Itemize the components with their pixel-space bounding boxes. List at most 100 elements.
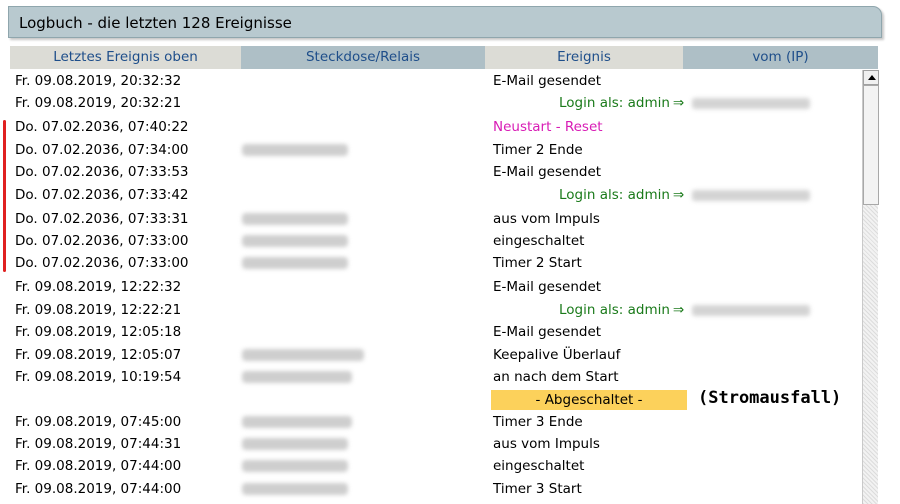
- table-row: Fr. 09.08.2019, 07:44:31 aus vom Impuls: [10, 433, 862, 455]
- event-timestamp: Fr. 09.08.2019, 10:19:54: [15, 369, 182, 385]
- event-description-cell: aus vom Impuls: [493, 436, 600, 452]
- table-row: Do. 07.02.2036, 07:33:00 eingeschaltet: [10, 230, 862, 252]
- power-off-bar: - Abgeschaltet -: [491, 390, 687, 410]
- table-row: Fr. 09.08.2019, 07:44:00 Timer 3 Start: [10, 478, 862, 500]
- table-row: Fr. 09.08.2019, 10:19:54 an nach dem Star…: [10, 366, 862, 388]
- event-description-cell: Timer 2 Ende: [493, 142, 583, 158]
- event-text: E-Mail gesendet: [493, 324, 602, 340]
- device-name-redacted: [242, 213, 348, 225]
- event-timestamp: Fr. 09.08.2019, 12:05:18: [15, 324, 182, 340]
- double-arrow-icon: ⇒: [672, 302, 685, 318]
- vertical-scrollbar[interactable]: [862, 70, 879, 504]
- event-description-cell: eingeschaltet: [493, 458, 584, 474]
- device-name-redacted: [242, 438, 348, 450]
- device-name-redacted: [242, 460, 348, 472]
- event-text: Neustart - Reset: [493, 119, 603, 135]
- table-row: Do. 07.02.2036, 07:34:00 Timer 2 Ende: [10, 139, 862, 161]
- event-text: aus vom Impuls: [493, 436, 600, 452]
- device-name-redacted: [242, 416, 352, 428]
- double-arrow-icon: ⇒: [672, 187, 685, 203]
- event-timestamp: Fr. 09.08.2019, 12:05:07: [15, 347, 182, 363]
- event-text: E-Mail gesendet: [493, 279, 602, 295]
- event-description-cell: Timer 2 Start: [493, 255, 582, 271]
- device-name-redacted: [242, 144, 348, 156]
- scrollbar-thumb[interactable]: [863, 85, 879, 205]
- event-description-cell: E-Mail gesendet: [493, 279, 601, 295]
- device-name-redacted: [242, 235, 348, 247]
- event-timestamp: Fr. 09.08.2019, 07:45:00: [15, 414, 182, 430]
- event-text: an nach dem Start: [493, 369, 619, 385]
- column-header-socket-relay[interactable]: Steckdose/Relais: [241, 46, 485, 69]
- event-text: Login als: admin: [559, 95, 670, 111]
- ip-address-redacted: [692, 190, 810, 201]
- log-title-bar: Logbuch - die letzten 128 Ereignisse: [8, 6, 882, 38]
- event-description-cell: Keepalive Überlauf: [493, 347, 620, 363]
- column-header-last-event[interactable]: Letztes Ereignis oben: [10, 46, 241, 69]
- column-header-ip[interactable]: vom (IP): [683, 46, 878, 69]
- table-row: Fr. 09.08.2019, 07:44:00 eingeschaltet: [10, 455, 862, 477]
- event-text: Login als: admin: [559, 187, 670, 203]
- device-name-redacted: [242, 257, 348, 269]
- event-text: eingeschaltet: [493, 458, 585, 474]
- double-arrow-icon: ⇒: [672, 95, 685, 111]
- event-timestamp: Do. 07.02.2036, 07:33:42: [15, 187, 189, 203]
- event-timestamp: Do. 07.02.2036, 07:33:00: [15, 255, 189, 271]
- ip-address-redacted: [692, 98, 810, 109]
- event-timestamp: Fr. 09.08.2019, 20:32:32: [15, 73, 182, 89]
- event-timestamp: Fr. 09.08.2019, 07:44:00: [15, 481, 182, 497]
- event-text: aus vom Impuls: [493, 211, 600, 227]
- event-timestamp: Fr. 09.08.2019, 12:22:21: [15, 302, 182, 318]
- ip-address-redacted: [692, 305, 810, 316]
- event-text: E-Mail gesendet: [493, 164, 602, 180]
- table-row: - Abgeschaltet - (Stromausfall): [10, 388, 862, 410]
- event-description-cell: Login als: admin ⇒: [559, 187, 684, 203]
- device-name-redacted: [242, 371, 352, 383]
- event-timestamp: Do. 07.02.2036, 07:33:00: [15, 233, 189, 249]
- table-row: Do. 07.02.2036, 07:33:42 Login als: admin…: [10, 184, 862, 206]
- event-description-cell: E-Mail gesendet: [493, 324, 601, 340]
- event-timestamp: Do. 07.02.2036, 07:33:53: [15, 164, 189, 180]
- event-text: Timer 3 Ende: [493, 414, 583, 430]
- event-timestamp: Fr. 09.08.2019, 07:44:31: [15, 436, 182, 452]
- event-timestamp: Fr. 09.08.2019, 07:44:00: [15, 458, 182, 474]
- table-row: Do. 07.02.2036, 07:40:22 Neustart - Reset: [10, 116, 862, 138]
- event-text: E-Mail gesendet: [493, 73, 602, 89]
- event-description-cell: Login als: admin ⇒: [559, 95, 684, 111]
- log-title: Logbuch - die letzten 128 Ereignisse: [19, 14, 292, 32]
- table-header: Letztes Ereignis oben Steckdose/Relais E…: [10, 46, 878, 69]
- event-timestamp: Do. 07.02.2036, 07:34:00: [15, 142, 189, 158]
- event-description-cell: Login als: admin ⇒: [559, 302, 684, 318]
- table-row: Fr. 09.08.2019, 12:05:18 E-Mail gesendet: [10, 321, 862, 343]
- event-text: Login als: admin: [559, 302, 670, 318]
- table-row: Fr. 09.08.2019, 12:22:32 E-Mail gesendet: [10, 276, 862, 298]
- event-description-cell: eingeschaltet: [493, 233, 584, 249]
- event-description-cell: E-Mail gesendet: [493, 73, 601, 89]
- table-row: Fr. 09.08.2019, 07:45:00 Timer 3 Ende: [10, 411, 862, 433]
- event-timestamp: Do. 07.02.2036, 07:40:22: [15, 119, 189, 135]
- log-table-body: Fr. 09.08.2019, 20:32:32 E-Mail gesendet F…: [10, 70, 862, 504]
- event-timestamp: Fr. 09.08.2019, 12:22:32: [15, 279, 182, 295]
- highlight-marker: [3, 120, 6, 272]
- table-row: Do. 07.02.2036, 07:33:53 E-Mail gesendet: [10, 161, 862, 183]
- device-name-redacted: [242, 349, 364, 361]
- scroll-up-arrow-icon[interactable]: [863, 70, 879, 85]
- event-text: Timer 3 Start: [493, 481, 582, 497]
- event-timestamp: Do. 07.02.2036, 07:33:31: [15, 211, 189, 227]
- column-header-event[interactable]: Ereignis: [485, 46, 683, 69]
- event-description-cell: Timer 3 Ende: [493, 414, 583, 430]
- table-row: Fr. 09.08.2019, 12:05:07 Keepalive Überla…: [10, 344, 862, 366]
- table-row: Do. 07.02.2036, 07:33:00 Timer 2 Start: [10, 252, 862, 274]
- event-description-cell: an nach dem Start: [493, 369, 619, 385]
- event-description-cell: aus vom Impuls: [493, 211, 600, 227]
- table-row: Fr. 09.08.2019, 20:32:32 E-Mail gesendet: [10, 70, 862, 92]
- event-text: eingeschaltet: [493, 233, 585, 249]
- table-row: Fr. 09.08.2019, 20:32:21 Login als: admin…: [10, 92, 862, 114]
- event-description-cell: Neustart - Reset: [493, 119, 603, 135]
- table-row: Do. 07.02.2036, 07:33:31 aus vom Impuls: [10, 208, 862, 230]
- device-name-redacted: [242, 483, 348, 495]
- event-description-cell: E-Mail gesendet: [493, 164, 601, 180]
- event-description-cell: Timer 3 Start: [493, 481, 582, 497]
- event-text: Keepalive Überlauf: [493, 347, 621, 363]
- event-text: Timer 2 Ende: [493, 142, 583, 158]
- event-text: Timer 2 Start: [493, 255, 582, 271]
